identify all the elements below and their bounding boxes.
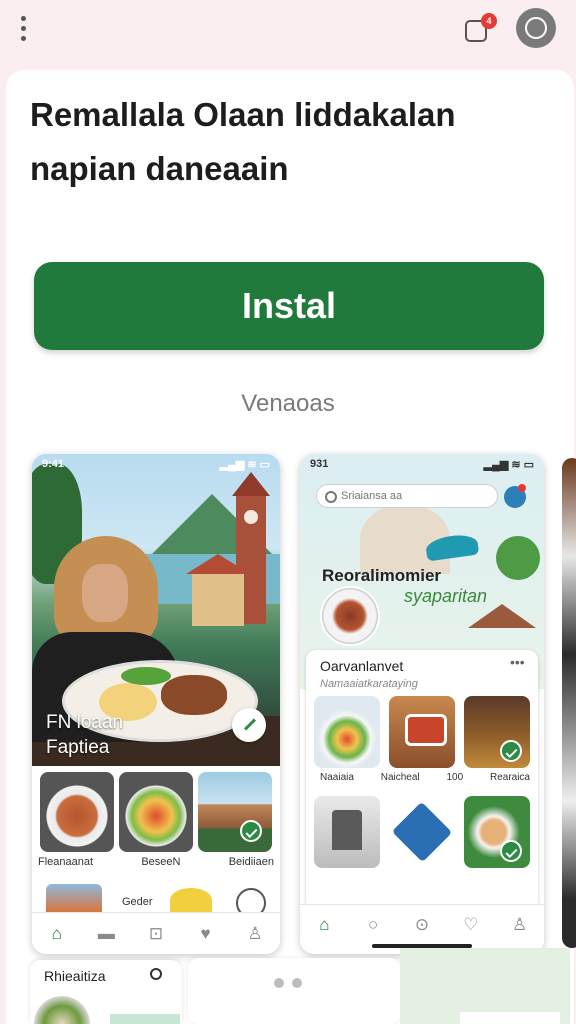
face-shape	[82, 564, 128, 622]
search-icon[interactable]: ○	[361, 915, 385, 935]
install-button[interactable]: Instal	[34, 262, 544, 350]
roof-shape	[468, 604, 536, 628]
check-icon	[500, 740, 522, 762]
content-card: Oarvanlanvet Namaaiatkarataying ••• Naai…	[306, 650, 538, 910]
palm-tree-shape	[496, 536, 540, 580]
tile-label: Geder	[122, 896, 153, 908]
food-tile-1[interactable]	[314, 696, 380, 768]
tile-label: 100	[446, 772, 464, 783]
dot-icon	[292, 978, 302, 988]
info-icon[interactable]: ⊡	[144, 924, 168, 944]
notification-badge: 4	[481, 13, 497, 29]
house-shape	[186, 554, 250, 626]
app-title: Remallala Olaan liddakalan napian daneaa…	[30, 88, 550, 196]
card-grid-row-1	[314, 696, 530, 768]
status-icons: ▂▄▆ ≋ ▭	[483, 459, 534, 471]
food-tile-1[interactable]	[40, 772, 114, 852]
card-grid-labels: Naaiaia Naicheal 100 Rearaica	[320, 772, 530, 783]
notification-icon[interactable]: 4	[460, 10, 497, 44]
clock-icon	[244, 510, 258, 524]
status-bar: 931 ▂▄▆ ≋ ▭	[300, 454, 544, 476]
decorative-bar	[110, 1014, 180, 1024]
tile-label: BeseeN	[141, 856, 181, 868]
info-icon[interactable]: ⊙	[410, 915, 434, 935]
bottom-card-2[interactable]	[188, 958, 400, 1024]
hero-caption: FN loaan Faptiea	[46, 710, 123, 760]
tile-label: Naaiaia	[320, 772, 354, 783]
hero-caption-line1: FN loaan	[46, 712, 124, 733]
screenshot-2[interactable]: 931 ▂▄▆ ≋ ▭ Sriaiansa aa Reoralimomier s…	[300, 454, 544, 954]
food-tile-5[interactable]	[389, 796, 455, 868]
food-tile-4[interactable]	[46, 884, 102, 912]
home-icon[interactable]: ⌂	[312, 915, 336, 935]
hero-caption-line2: Faptiea	[46, 737, 110, 758]
food-tile-2[interactable]	[119, 772, 193, 852]
dot-icon	[274, 978, 284, 988]
status-bar: 9:41 ▂▄▆ ≋ ▭	[32, 454, 280, 476]
section-subtitle: Venaoas	[241, 390, 335, 417]
heart-icon[interactable]: ♡	[459, 915, 483, 935]
tile-label: Rearaica	[489, 772, 530, 783]
status-icons: ▂▄▆ ≋ ▭	[219, 459, 270, 471]
profile-icon[interactable]	[516, 8, 556, 48]
card-grid-row-2	[314, 796, 530, 868]
bottom-card-1[interactable]: Rhieaitiza	[30, 960, 182, 1024]
app-title-bold: Remallala	[30, 96, 185, 133]
food-grid-labels: Fleanaanat BeseeN Beidiiaen	[38, 856, 274, 868]
search-input[interactable]: Sriaiansa aa	[316, 484, 498, 508]
status-time: 9:41	[42, 458, 65, 470]
bottom-nav: ⌂ ▬ ⊡ ♥ ♙	[32, 912, 280, 954]
brand-title: Reoralimomier	[322, 566, 442, 585]
chat-icon[interactable]: ▬	[94, 924, 118, 944]
bottom-card-title: Rhieaitiza	[44, 968, 106, 984]
home-icon[interactable]: ⌂	[45, 924, 69, 944]
food-tile-5[interactable]	[170, 888, 212, 912]
screenshot-1[interactable]: 9:41 ▂▄▆ ≋ ▭ FN loaan Faptiea Fleanaanat…	[32, 454, 280, 954]
check-icon	[240, 820, 262, 842]
screenshot-3-edge[interactable]	[562, 458, 576, 948]
check-icon[interactable]	[232, 708, 266, 742]
more-options-icon[interactable]: •••	[510, 654, 525, 670]
food-tile-6[interactable]	[464, 796, 530, 868]
food-tile-3[interactable]	[198, 772, 272, 852]
food-tile-3[interactable]	[464, 696, 530, 768]
person-icon[interactable]: ♙	[508, 915, 532, 935]
heart-icon[interactable]: ♥	[194, 924, 218, 944]
featured-dish-image[interactable]	[320, 586, 380, 646]
person-icon[interactable]: ♙	[243, 924, 267, 944]
tile-label: Fleanaanat	[38, 856, 94, 868]
top-app-bar: 4	[0, 0, 576, 62]
tile-label: Beidiiaen	[228, 856, 274, 868]
food-tile-4[interactable]	[314, 796, 380, 868]
card-title: Oarvanlanvet	[320, 658, 404, 674]
brand-subtitle: syaparitan	[404, 586, 488, 606]
bottom-nav: ⌂ ○ ⊙ ♡ ♙	[300, 904, 544, 944]
food-tile-2[interactable]	[389, 696, 455, 768]
dish-image	[34, 996, 90, 1024]
food-grid	[40, 772, 272, 852]
meat-shape	[161, 675, 227, 715]
more-options-icon[interactable]	[12, 12, 34, 44]
food-row-2: Geder	[40, 882, 272, 918]
circle-icon	[150, 968, 162, 980]
tile-label: Naicheal	[380, 772, 420, 783]
status-time: 931	[310, 458, 329, 470]
globe-icon[interactable]	[504, 484, 526, 508]
check-icon	[500, 840, 522, 862]
card-subtitle: Namaaiatkarataying	[320, 678, 418, 690]
bottom-card-3[interactable]	[400, 948, 570, 1024]
vegetable-shape	[121, 667, 171, 685]
